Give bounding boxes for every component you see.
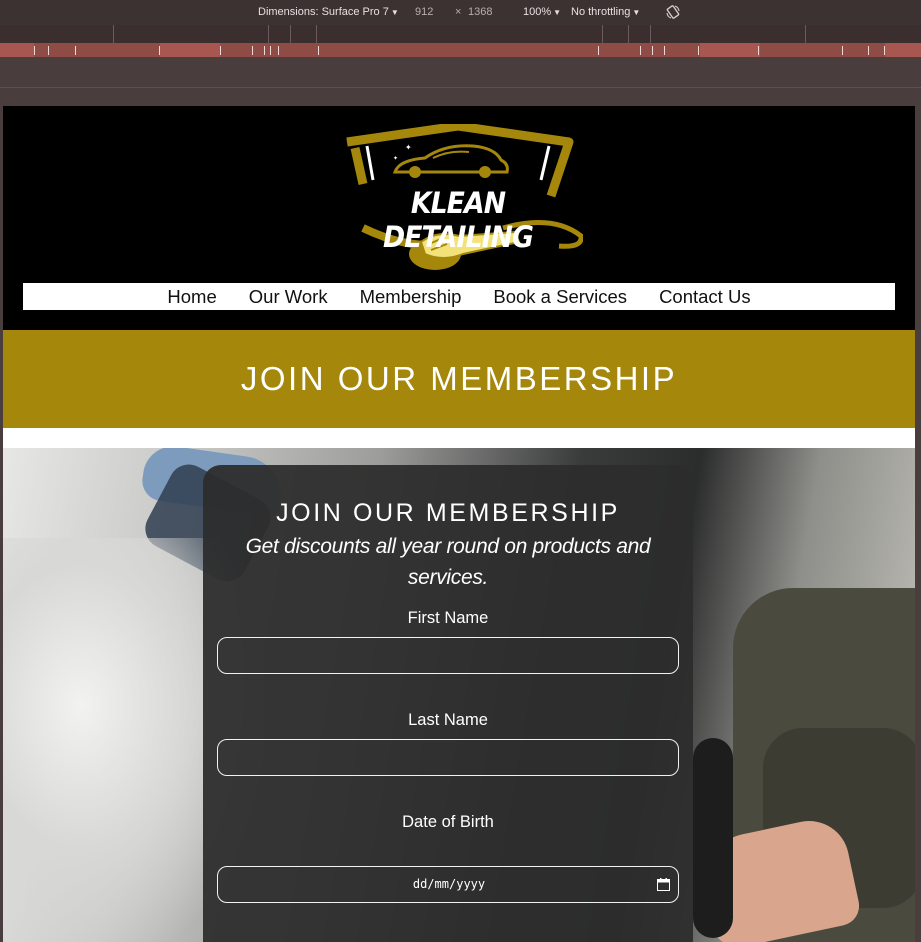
times-sign: × [455, 6, 462, 18]
site-logo[interactable]: ✦ ✦ KLEAN DETAILING [333, 124, 583, 276]
svg-text:✦: ✦ [405, 143, 412, 152]
chevron-down-icon: ▼ [390, 8, 399, 17]
dob-placeholder: dd/mm/yyyy [412, 877, 486, 891]
nav-membership[interactable]: Membership [344, 286, 478, 308]
divider [3, 428, 915, 448]
site-header: ✦ ✦ KLEAN DETAILING Home Our Work Member… [3, 106, 915, 330]
chevron-down-icon: ▼ [632, 8, 641, 17]
first-name-input[interactable] [217, 637, 679, 674]
zoom-dropdown[interactable]: 100% ▼ [523, 6, 561, 18]
nav-home[interactable]: Home [151, 286, 232, 308]
nav-our-work[interactable]: Our Work [233, 286, 344, 308]
throttling-dropdown[interactable]: No throttling ▼ [571, 6, 640, 18]
nav-book-a-services[interactable]: Book a Services [477, 286, 643, 308]
throttling-label: No throttling [571, 6, 631, 18]
membership-form: JOIN OUR MEMBERSHIP Get discounts all ye… [203, 465, 693, 942]
hero-background-image: JOIN OUR MEMBERSHIP Get discounts all ye… [3, 448, 915, 942]
last-name-label: Last Name [408, 711, 488, 729]
first-name-label: First Name [407, 609, 489, 627]
calendar-icon[interactable] [657, 878, 670, 891]
chevron-down-icon: ▼ [553, 8, 562, 17]
nav-contact-us[interactable]: Contact Us [643, 286, 767, 308]
banner-title: JOIN OUR MEMBERSHIP [240, 360, 678, 397]
ruler-gap [0, 57, 921, 106]
main-nav: Home Our Work Membership Book a Services… [23, 283, 895, 310]
page-banner: JOIN OUR MEMBERSHIP [3, 330, 915, 428]
width-input[interactable]: 912 [415, 6, 433, 18]
dob-label: Date of Birth [402, 813, 494, 831]
logo-text: KLEAN DETAILING [383, 186, 534, 254]
svg-text:✦: ✦ [393, 155, 398, 162]
media-query-ruler[interactable] [0, 43, 921, 57]
zoom-label: 100% [523, 6, 552, 18]
rotate-icon[interactable] [665, 4, 681, 20]
page-viewport: ✦ ✦ KLEAN DETAILING Home Our Work Member… [3, 106, 915, 942]
dob-input[interactable]: dd/mm/yyyy [217, 866, 679, 903]
devtools-toolbar: Dimensions: Surface Pro 7 ▼ 912 × 1368 10… [0, 0, 921, 25]
form-title: JOIN OUR MEMBERSHIP [276, 499, 620, 527]
form-subtitle: Get discounts all year round on products… [245, 535, 651, 589]
media-query-bar [0, 25, 921, 43]
height-input[interactable]: 1368 [468, 6, 492, 18]
device-dimensions-dropdown[interactable]: Dimensions: Surface Pro 7 ▼ [258, 6, 399, 18]
last-name-input[interactable] [217, 739, 679, 776]
device-label: Dimensions: Surface Pro 7 [258, 6, 389, 18]
